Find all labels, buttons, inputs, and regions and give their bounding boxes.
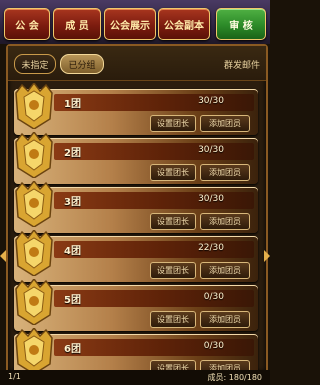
group-count: 30/30 <box>198 145 224 155</box>
row-title-bar <box>54 339 254 356</box>
group-row: 6团 0/30 设置团长 添加团员 <box>14 328 258 372</box>
group-row: 2团 30/30 设置团长 添加团员 <box>14 132 258 184</box>
row-title-bar <box>54 94 254 111</box>
group-name: 5团 <box>64 295 81 306</box>
set-leader-button[interactable]: 设置团长 <box>150 262 196 279</box>
mass-mail-link[interactable]: 群发邮件 <box>224 58 260 71</box>
guild-emblem-icon <box>15 230 53 276</box>
set-leader-button[interactable]: 设置团长 <box>150 311 196 328</box>
row-title-bar <box>54 241 254 258</box>
tab-members[interactable]: 成 员 <box>53 8 101 40</box>
add-member-button[interactable]: 添加团员 <box>200 115 250 132</box>
group-list: 1团 30/30 设置团长 添加团员 2团 30/30 设置团长 添加团员 3团… <box>8 81 266 372</box>
tab-guild-dungeon[interactable]: 公会副本 <box>158 8 210 40</box>
footer-bar: 1/1 成员: 180/180 <box>0 370 270 385</box>
tab-guild-showcase[interactable]: 公会展示 <box>104 8 156 40</box>
tab-guild[interactable]: 公 会 <box>4 8 50 40</box>
add-member-button[interactable]: 添加团员 <box>200 311 250 328</box>
guild-emblem-icon <box>15 181 53 227</box>
row-title-bar <box>54 290 254 307</box>
group-count: 0/30 <box>203 341 224 351</box>
member-count-value: 180/180 <box>228 373 262 382</box>
filter-unassigned[interactable]: 未指定 <box>14 54 56 74</box>
group-name: 3团 <box>64 197 81 208</box>
group-name: 2团 <box>64 148 81 159</box>
group-name: 1团 <box>64 99 81 110</box>
group-row: 3团 30/30 设置团长 添加团员 <box>14 181 258 233</box>
tab-bar: 公 会 成 员 公会展示 公会副本 审 核 <box>0 8 270 40</box>
guild-emblem-icon <box>15 83 53 129</box>
filter-assigned[interactable]: 已分组 <box>60 54 104 74</box>
add-member-button[interactable]: 添加团员 <box>200 213 250 230</box>
member-count-label: 成员: <box>207 373 227 382</box>
add-member-button[interactable]: 添加团员 <box>200 262 250 279</box>
add-member-button[interactable]: 添加团员 <box>200 164 250 181</box>
group-count: 30/30 <box>198 194 224 204</box>
set-leader-button[interactable]: 设置团长 <box>150 115 196 132</box>
page-indicator: 1/1 <box>8 372 21 381</box>
guild-emblem-icon <box>15 132 53 178</box>
filter-bar: 未指定 已分组 群发邮件 <box>8 46 266 81</box>
group-row: 4团 22/30 设置团长 添加团员 <box>14 230 258 282</box>
set-leader-button[interactable]: 设置团长 <box>150 213 196 230</box>
group-row: 5团 0/30 设置团长 添加团员 <box>14 279 258 331</box>
member-count: 成员: 180/180 <box>208 372 262 383</box>
tab-review[interactable]: 审 核 <box>216 8 266 40</box>
row-title-bar <box>54 192 254 209</box>
group-name: 4团 <box>64 246 81 257</box>
scroll-right-arrow-icon[interactable] <box>264 250 270 262</box>
guild-emblem-icon <box>15 279 53 325</box>
group-count: 30/30 <box>198 96 224 106</box>
scroll-left-arrow-icon[interactable] <box>0 250 6 262</box>
guild-emblem-icon <box>15 328 53 372</box>
row-title-bar <box>54 143 254 160</box>
group-panel: 未指定 已分组 群发邮件 1团 30/30 设置团长 添加团员 2团 30/30… <box>6 44 268 374</box>
group-count: 0/30 <box>203 292 224 302</box>
group-count: 22/30 <box>198 243 224 253</box>
set-leader-button[interactable]: 设置团长 <box>150 164 196 181</box>
group-row: 1团 30/30 设置团长 添加团员 <box>14 83 258 135</box>
group-name: 6团 <box>64 344 81 355</box>
